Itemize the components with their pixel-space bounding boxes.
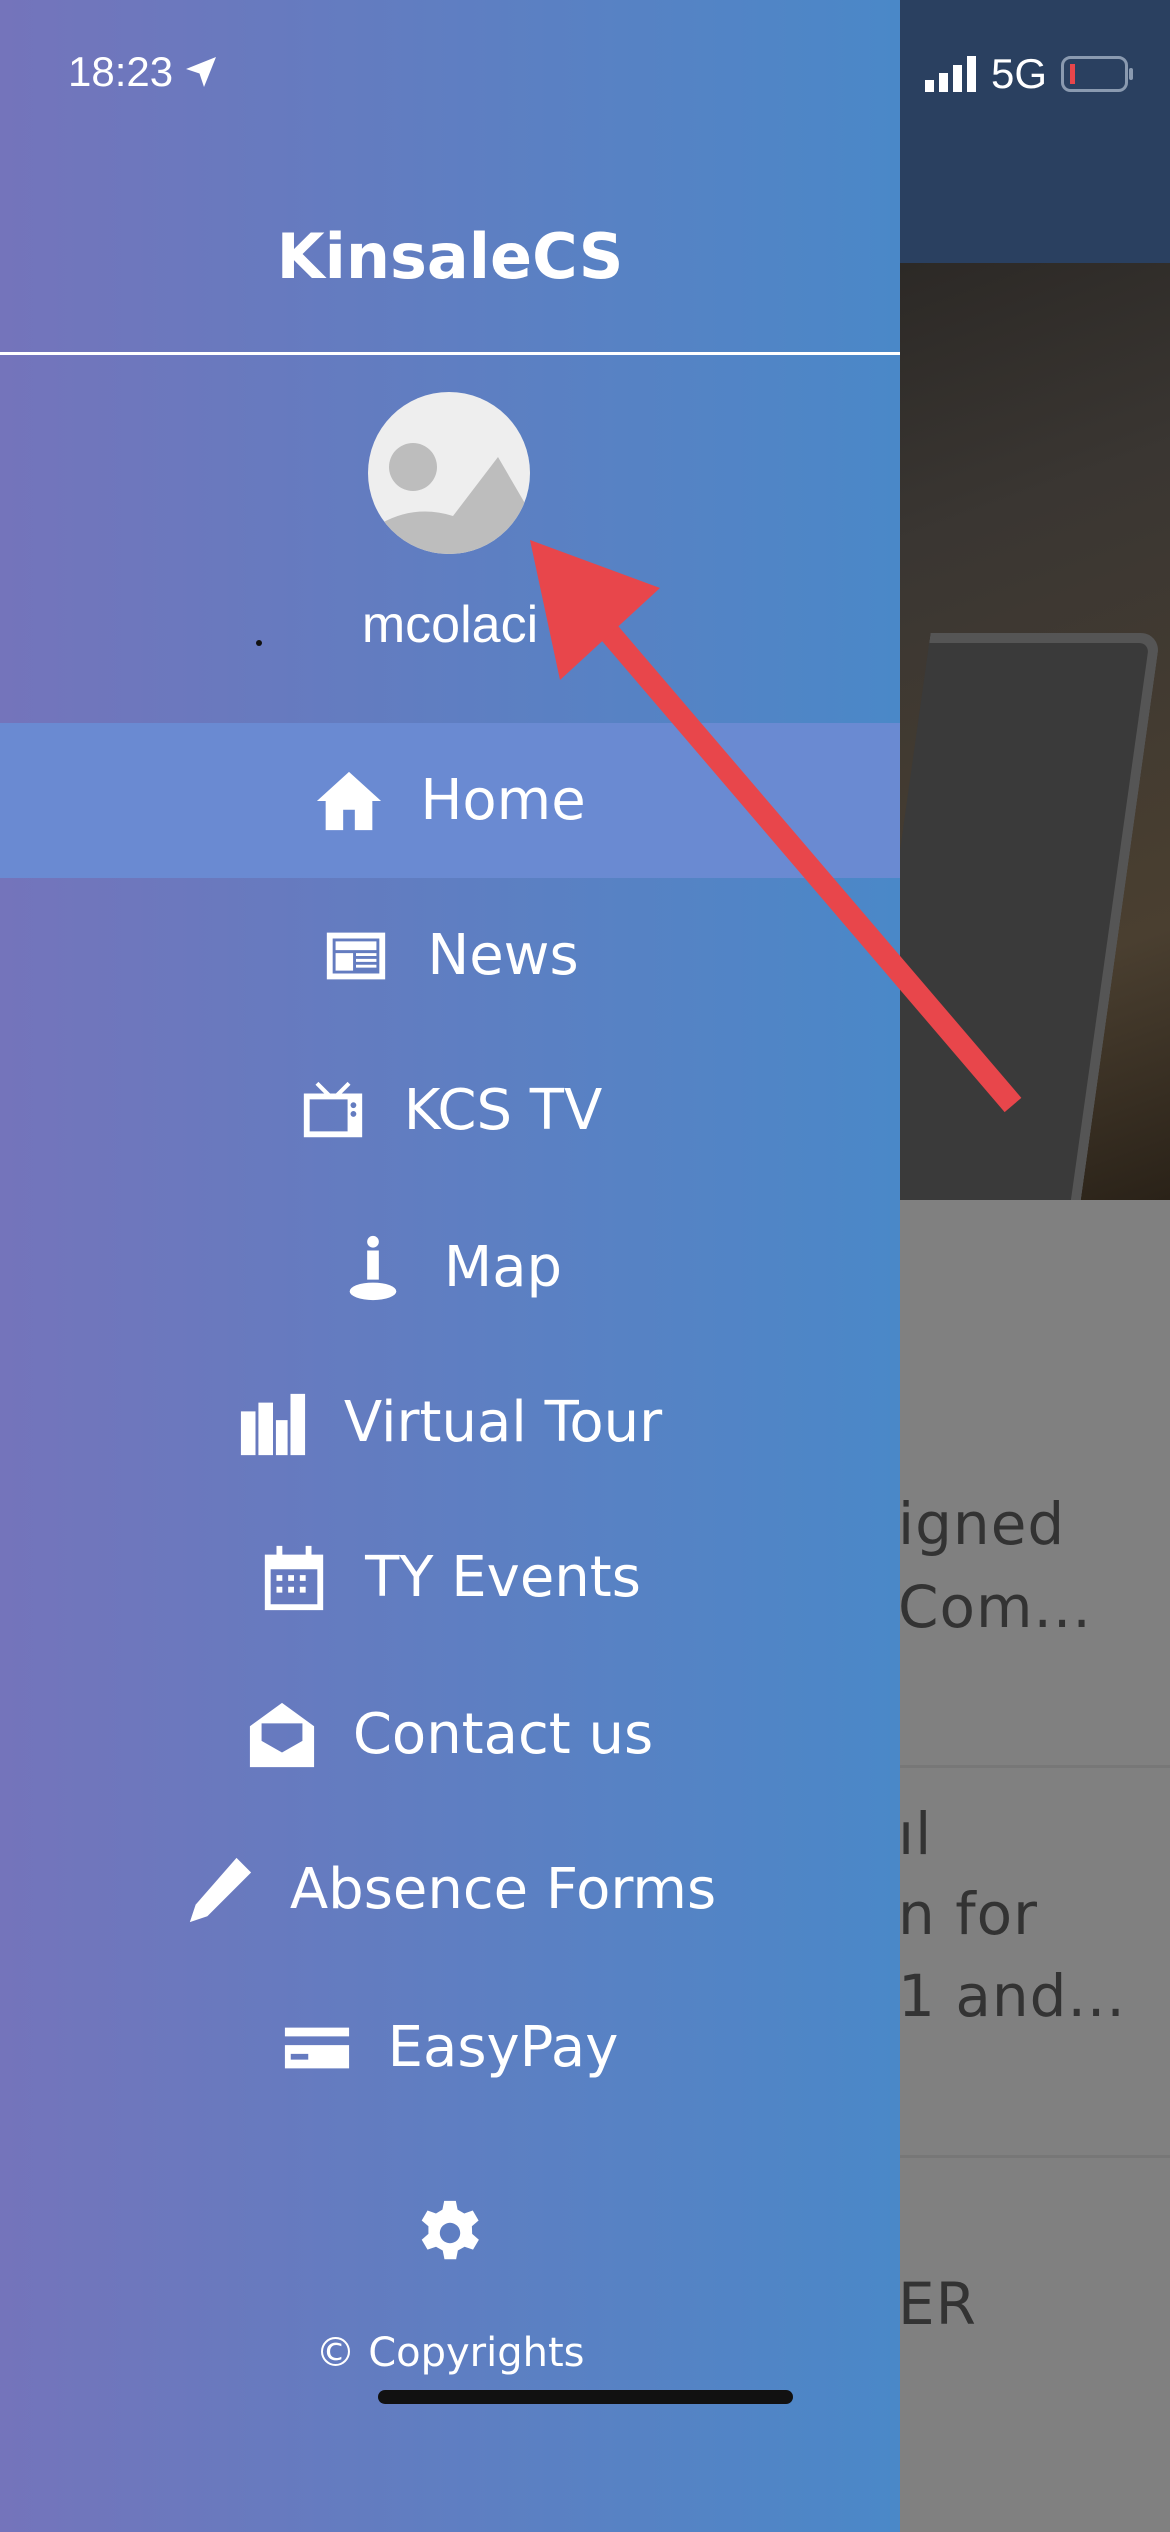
home-icon: [317, 771, 382, 830]
menu-item-contact-us[interactable]: Contact us: [0, 1657, 900, 1812]
menu-item-virtual-tour[interactable]: Virtual Tour: [0, 1345, 900, 1500]
header-divider: [0, 352, 900, 355]
pencil-icon: [189, 1857, 251, 1922]
time-label: 18:23: [68, 48, 174, 95]
home-indicator[interactable]: [378, 2390, 793, 2404]
buildings-icon: [240, 1393, 305, 1455]
menu-item-label: Map: [443, 1235, 563, 1300]
app-title: KinsaleCS: [276, 220, 624, 293]
news-item-text: 1 and...: [898, 1962, 1126, 2030]
location-arrow-icon: [186, 57, 217, 87]
envelope-open-icon: [249, 1702, 314, 1767]
credit-card-icon: [284, 2027, 349, 2068]
tv-icon: [303, 1081, 362, 1137]
menu-item-label: Absence Forms: [289, 1857, 717, 1922]
news-item-text: ER: [898, 2270, 977, 2338]
news-item-text: ıl: [898, 1800, 933, 1868]
divider: [900, 2155, 1170, 2158]
menu-item-label: Home: [420, 768, 586, 833]
menu-item-label: Contact us: [352, 1702, 654, 1767]
copyright-text: © Copyrights: [315, 2330, 585, 2376]
menu-item-absence-forms[interactable]: Absence Forms: [0, 1812, 900, 1967]
menu-item-label: Virtual Tour: [343, 1390, 663, 1455]
navigation-drawer: 18:23 KinsaleCS mcolaci Home News KCS TV…: [0, 0, 900, 2532]
status-left: 18:23: [68, 48, 219, 96]
battery-icon: [1061, 56, 1134, 92]
menu-item-home[interactable]: Home: [0, 723, 900, 878]
menu-item-label: KCS TV: [403, 1078, 603, 1143]
image-placeholder-icon: [368, 443, 530, 554]
news-item-text: n for: [898, 1880, 1038, 1948]
news-item-text: igned: [898, 1490, 1066, 1558]
avatar[interactable]: [368, 392, 530, 554]
newspaper-icon: [327, 932, 386, 979]
menu-item-kcs-tv[interactable]: KCS TV: [0, 1033, 900, 1188]
status-right: 5G: [925, 50, 1135, 98]
menu-item-easypay[interactable]: EasyPay: [0, 1970, 900, 2125]
news-item-text: Com...: [898, 1573, 1092, 1641]
person-pin-icon: [349, 1235, 397, 1300]
menu-item-ty-events[interactable]: TY Events: [0, 1500, 900, 1655]
menu-item-news[interactable]: News: [0, 878, 900, 1033]
menu-item-label: TY Events: [365, 1545, 641, 1610]
network-label: 5G: [991, 50, 1048, 97]
gear-icon[interactable]: [415, 2198, 485, 2268]
signal-icon: [925, 56, 976, 92]
menu-item-map[interactable]: Map: [0, 1190, 900, 1345]
menu-item-label: EasyPay: [387, 2015, 619, 2080]
menu-item-label: News: [427, 923, 579, 988]
calendar-icon: [264, 1545, 324, 1610]
username: mcolaci: [361, 596, 539, 654]
divider: [900, 1765, 1170, 1768]
